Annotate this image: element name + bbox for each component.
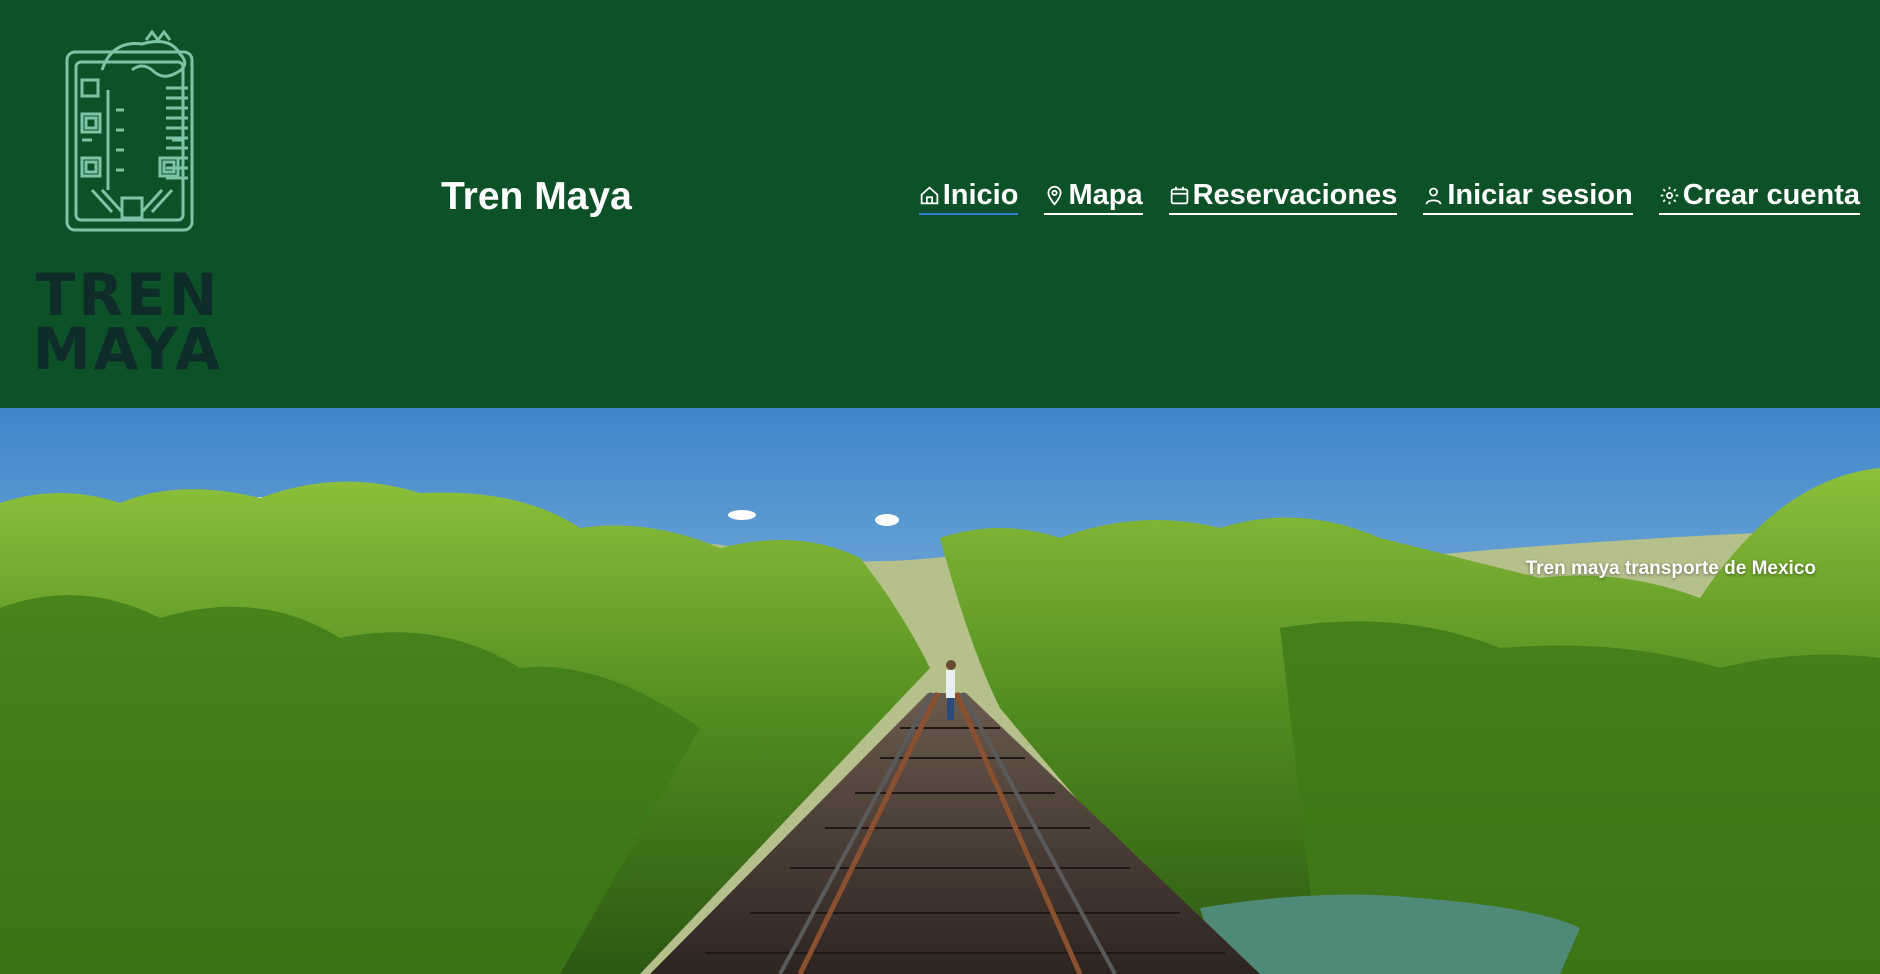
nav-reservaciones[interactable]: Reservaciones [1168, 179, 1398, 215]
hero-caption: Tren maya transporte de Mexico [1525, 558, 1816, 579]
hero-banner: Tren maya transporte de Mexico [0, 408, 1880, 974]
nav-inicio[interactable]: Inicio [918, 179, 1019, 215]
site-title: Tren Maya [441, 175, 632, 218]
user-icon [1423, 185, 1444, 206]
nav-label: Crear cuenta [1682, 179, 1860, 211]
nav-crear-cuenta[interactable]: Crear cuenta [1658, 179, 1860, 215]
calendar-icon [1169, 185, 1190, 206]
hero-railway-image [0, 408, 1880, 974]
map-pin-icon [1044, 185, 1065, 207]
nav-label: Iniciar sesion [1447, 179, 1633, 211]
home-icon [919, 185, 940, 206]
nav-label: Mapa [1068, 179, 1143, 211]
logo-text-maya: MAYA [32, 315, 224, 383]
maya-serpent-logo-icon [65, 30, 194, 232]
gear-icon [1659, 185, 1680, 206]
nav-mapa[interactable]: Mapa [1044, 179, 1143, 215]
main-nav: Inicio Mapa Reservaciones Iniciar sesion… [918, 179, 1860, 215]
site-header: TREN MAYA Tren Maya Inicio Mapa Reservac… [0, 0, 1880, 408]
nav-iniciar-sesion[interactable]: Iniciar sesion [1423, 179, 1633, 215]
nav-label: Inicio [942, 179, 1019, 211]
nav-label: Reservaciones [1192, 179, 1398, 211]
tren-maya-logo[interactable]: TREN MAYA [28, 30, 228, 383]
